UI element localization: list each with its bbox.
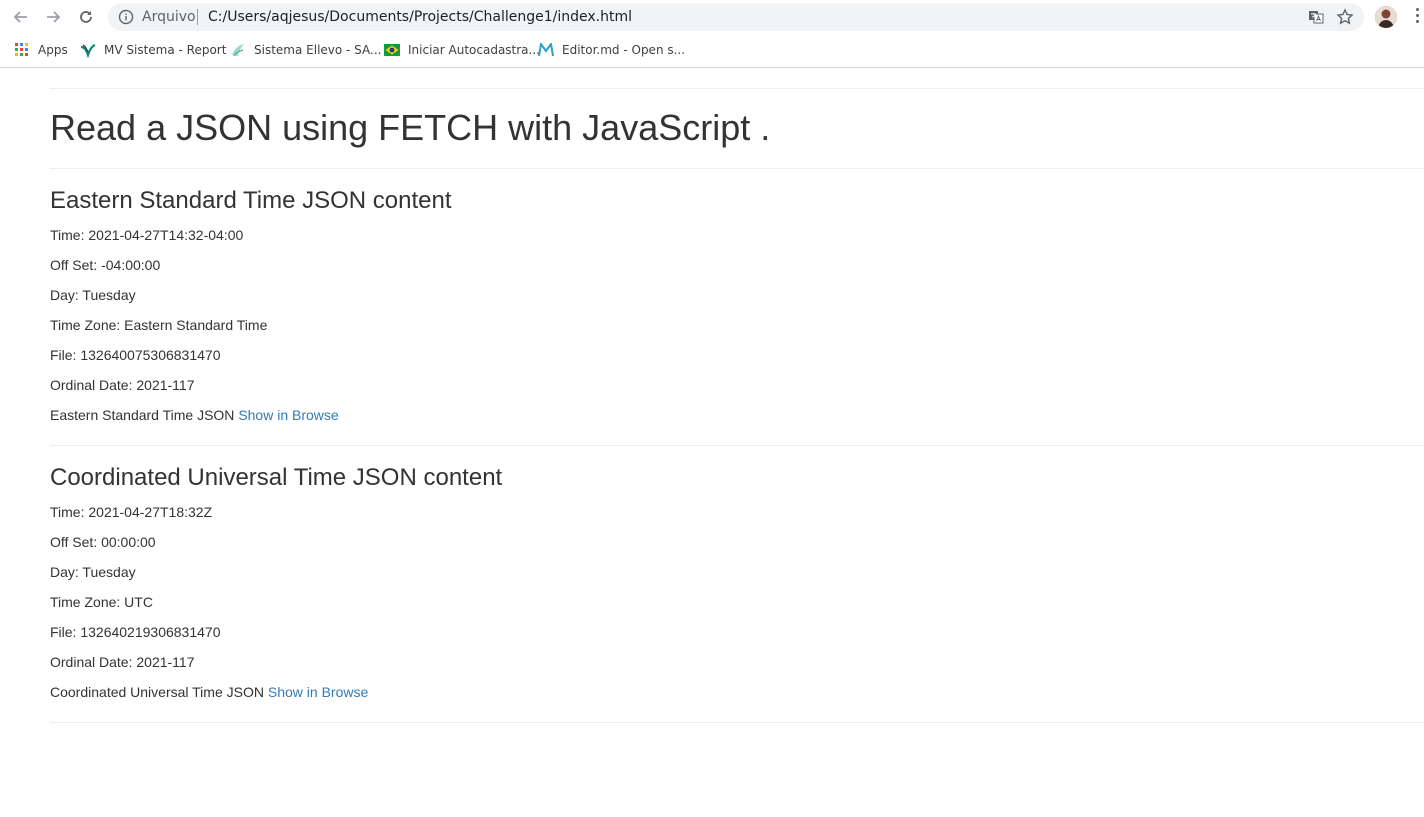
field-time-zone: Time Zone: Eastern Standard Time bbox=[50, 317, 268, 333]
field-time: Time: 2021-04-27T18:32Z bbox=[50, 504, 213, 520]
divider bbox=[50, 722, 1424, 723]
field-ordinal-date: Ordinal Date: 2021-117 bbox=[50, 377, 195, 393]
info-icon[interactable] bbox=[118, 9, 134, 25]
editor-md-logo-icon bbox=[538, 42, 554, 58]
page-content: Read a JSON using FETCH with JavaScript … bbox=[0, 68, 1424, 817]
field-time: Time: 2021-04-27T14:32-04:00 bbox=[50, 227, 244, 243]
reload-icon[interactable] bbox=[75, 6, 97, 28]
bookmark-iniciar-autocadastro[interactable]: Iniciar Autocadastra... bbox=[384, 41, 540, 59]
mv-logo-icon bbox=[80, 42, 96, 58]
bookmark-label: Apps bbox=[38, 43, 68, 57]
bookmark-label: MV Sistema - Report bbox=[104, 43, 227, 57]
field-day: Day: Tuesday bbox=[50, 287, 136, 303]
show-in-browse-link[interactable]: Show in Browse bbox=[268, 684, 368, 700]
omnibox-separator bbox=[197, 9, 198, 25]
ellevo-logo-icon bbox=[230, 42, 246, 58]
section-heading-utc: Coordinated Universal Time JSON content bbox=[50, 464, 503, 491]
apps-grid-icon bbox=[14, 42, 30, 58]
show-in-browse-link[interactable]: Show in Browse bbox=[238, 407, 338, 423]
bookmark-sistema-ellevo[interactable]: Sistema Ellevo - SA... bbox=[230, 41, 381, 59]
translate-icon[interactable] bbox=[1308, 9, 1324, 25]
json-link-label: Coordinated Universal Time JSON bbox=[50, 684, 264, 700]
divider bbox=[50, 168, 1424, 169]
forward-arrow-icon[interactable] bbox=[42, 6, 64, 28]
bookmarks-bar: Apps MV Sistema - Report Sistema Ellevo … bbox=[0, 34, 1424, 68]
browser-toolbar: Arquivo C:/Users/aqjesus/Documents/Proje… bbox=[0, 0, 1424, 34]
field-file: File: 132640075306831470 bbox=[50, 347, 221, 363]
field-time-zone: Time Zone: UTC bbox=[50, 594, 153, 610]
brazil-flag-icon bbox=[384, 42, 400, 58]
json-link-row: Coordinated Universal Time JSON Show in … bbox=[50, 682, 368, 702]
star-icon[interactable] bbox=[1336, 8, 1354, 26]
bookmark-label: Sistema Ellevo - SA... bbox=[254, 43, 382, 57]
field-file: File: 132640219306831470 bbox=[50, 624, 221, 640]
bookmark-label: Editor.md - Open s... bbox=[562, 43, 686, 57]
bookmark-apps[interactable]: Apps bbox=[14, 41, 68, 59]
bookmark-label: Iniciar Autocadastra... bbox=[408, 43, 540, 57]
divider bbox=[50, 445, 1424, 446]
field-offset: Off Set: -04:00:00 bbox=[50, 257, 161, 273]
avatar[interactable] bbox=[1375, 6, 1397, 28]
json-link-row: Eastern Standard Time JSON Show in Brows… bbox=[50, 405, 339, 425]
bookmark-mv-sistema[interactable]: MV Sistema - Report bbox=[80, 41, 226, 59]
json-link-label: Eastern Standard Time JSON bbox=[50, 407, 235, 423]
bookmark-editor-md[interactable]: Editor.md - Open s... bbox=[538, 41, 685, 59]
back-arrow-icon[interactable] bbox=[10, 6, 32, 28]
field-ordinal-date: Ordinal Date: 2021-117 bbox=[50, 654, 195, 670]
field-day: Day: Tuesday bbox=[50, 564, 136, 580]
address-bar[interactable]: Arquivo C:/Users/aqjesus/Documents/Proje… bbox=[108, 3, 1364, 31]
page-title: Read a JSON using FETCH with JavaScript … bbox=[50, 107, 771, 148]
divider bbox=[50, 88, 1424, 89]
field-offset: Off Set: 00:00:00 bbox=[50, 534, 156, 550]
section-heading-est: Eastern Standard Time JSON content bbox=[50, 187, 452, 214]
url-text[interactable]: C:/Users/aqjesus/Documents/Projects/Chal… bbox=[208, 9, 632, 25]
menu-dots-icon[interactable] bbox=[1414, 8, 1422, 26]
security-label: Arquivo bbox=[142, 9, 196, 25]
